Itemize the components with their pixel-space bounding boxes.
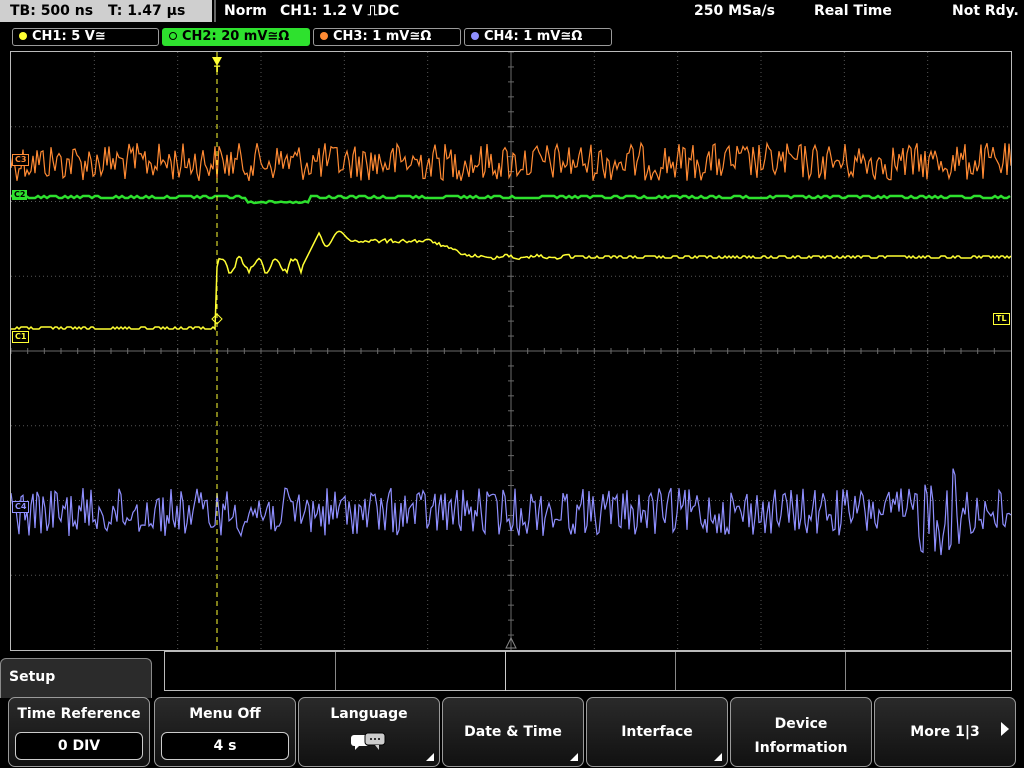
ch3-color-icon bbox=[320, 32, 328, 40]
ch1-ground-marker[interactable]: C1 bbox=[12, 331, 30, 343]
channel-2-button[interactable]: CH2: 20 mV≅Ω bbox=[162, 28, 310, 46]
device-label-line2: Information bbox=[754, 740, 848, 756]
channel-3-button[interactable]: CH3: 1 mV≅Ω bbox=[313, 28, 461, 46]
language-softkey[interactable]: Language bbox=[298, 697, 440, 767]
trigger-position-marker[interactable]: T bbox=[214, 65, 220, 75]
strip-divider bbox=[335, 652, 336, 690]
trigger-level-marker[interactable]: TL bbox=[993, 313, 1010, 325]
date-time-softkey[interactable]: Date & Time bbox=[442, 697, 584, 767]
divider bbox=[214, 0, 216, 22]
waveform-traces bbox=[11, 52, 1011, 650]
menu-off-label: Menu Off bbox=[189, 706, 261, 722]
ch3-trace bbox=[11, 141, 1011, 182]
menu-title: Setup bbox=[0, 658, 152, 698]
language-label: Language bbox=[330, 706, 408, 722]
center-marker-icon bbox=[505, 636, 517, 649]
ch3-ground-marker[interactable]: C3 bbox=[12, 154, 30, 166]
waveform-display[interactable]: C3 C2 C1 C4 TL T bbox=[10, 51, 1012, 651]
interface-label: Interface bbox=[621, 724, 693, 740]
trigger-mode[interactable]: Norm bbox=[224, 0, 267, 22]
channel-1-button[interactable]: CH1: 5 V≅ bbox=[12, 28, 159, 46]
next-page-icon bbox=[1001, 722, 1009, 736]
strip-center-line bbox=[505, 651, 506, 691]
submenu-indicator-icon bbox=[570, 753, 578, 761]
channel-bar: CH1: 5 V≅ CH2: 20 mV≅Ω CH3: 1 mV≅Ω CH4: … bbox=[0, 26, 1024, 48]
trigger-time-value: T: 1.47 µs bbox=[107, 3, 186, 19]
device-information-softkey[interactable]: Device Information bbox=[730, 697, 872, 767]
ch1-color-icon bbox=[19, 32, 27, 40]
ch1-label: CH1: 5 V≅ bbox=[32, 29, 106, 44]
ch2-color-icon bbox=[169, 32, 177, 40]
ch4-label: CH4: 1 mV≅Ω bbox=[484, 29, 583, 44]
ch4-color-icon bbox=[471, 32, 479, 40]
ch4-ground-marker[interactable]: C4 bbox=[12, 501, 30, 513]
sample-rate: 250 MSa/s bbox=[694, 3, 776, 19]
acquisition-mode: Real Time bbox=[814, 3, 892, 19]
zoom-strip bbox=[164, 651, 1012, 691]
acquisition-status: Not Rdy. bbox=[952, 3, 1019, 19]
menu-off-value: 4 s bbox=[161, 732, 289, 760]
trigger-source[interactable]: CH1: 1.2 V ⎍DC bbox=[280, 0, 399, 22]
device-information-label: Device Information bbox=[731, 712, 871, 760]
more-label: More 1|3 bbox=[910, 724, 980, 740]
channel-4-button[interactable]: CH4: 1 mV≅Ω bbox=[464, 28, 612, 46]
submenu-indicator-icon bbox=[426, 753, 434, 761]
time-reference-softkey[interactable]: Time Reference 0 DIV bbox=[8, 697, 150, 767]
ch4-trace bbox=[11, 468, 1011, 556]
ch2-label: CH2: 20 mV≅Ω bbox=[182, 29, 290, 44]
time-reference-value: 0 DIV bbox=[15, 732, 143, 760]
status-bar: TB: 500 ns T: 1.47 µs Norm CH1: 1.2 V ⎍D… bbox=[0, 0, 1024, 24]
ch3-label: CH3: 1 mV≅Ω bbox=[333, 29, 432, 44]
ch2-trace bbox=[11, 194, 1011, 205]
timebase-box[interactable]: TB: 500 ns T: 1.47 µs bbox=[0, 0, 212, 22]
strip-divider bbox=[675, 652, 676, 690]
interface-softkey[interactable]: Interface bbox=[586, 697, 728, 767]
timebase-value: TB: 500 ns bbox=[10, 3, 94, 19]
ch1-trace bbox=[11, 230, 1011, 331]
ch2-ground-marker[interactable]: C2 bbox=[12, 190, 28, 200]
submenu-indicator-icon bbox=[714, 753, 722, 761]
menu-off-softkey[interactable]: Menu Off 4 s bbox=[154, 697, 296, 767]
strip-divider bbox=[845, 652, 846, 690]
date-time-label: Date & Time bbox=[464, 724, 562, 740]
device-label-line1: Device bbox=[774, 716, 828, 732]
speech-bubbles-icon bbox=[299, 732, 439, 756]
time-reference-label: Time Reference bbox=[17, 706, 141, 722]
more-softkey[interactable]: More 1|3 bbox=[874, 697, 1016, 767]
